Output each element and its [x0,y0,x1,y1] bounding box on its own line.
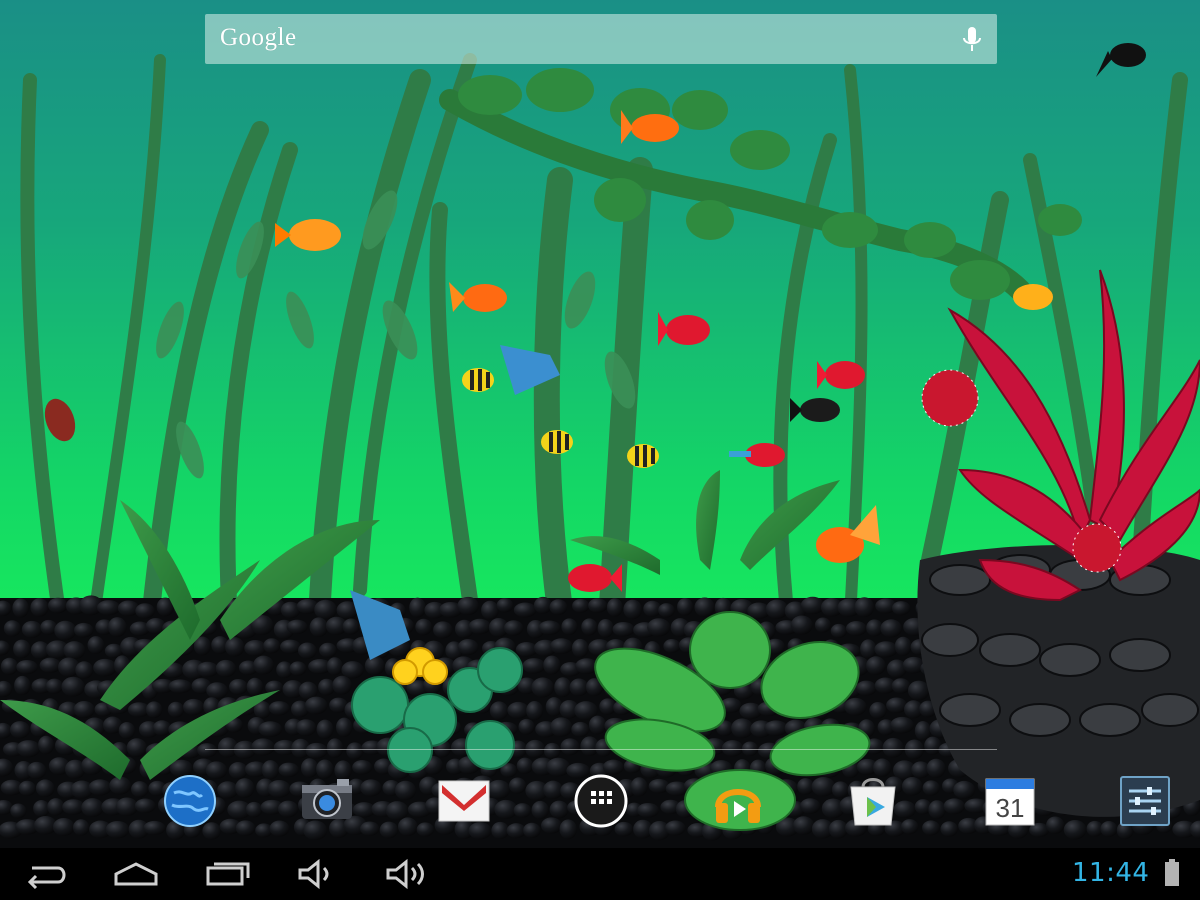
browser-globe-icon[interactable] [162,773,218,829]
recent-apps-icon[interactable] [198,858,254,890]
volume-down-icon[interactable] [288,858,344,890]
calendar-icon[interactable]: 31 [982,773,1038,829]
battery-icon [1165,859,1179,886]
aquarium-wallpaper [0,0,1200,900]
google-search-bar[interactable]: Google [205,14,997,64]
gmail-icon[interactable] [436,773,492,829]
volume-up-icon[interactable] [378,858,434,890]
back-icon[interactable] [18,858,74,890]
camera-icon[interactable] [299,773,355,829]
home-icon[interactable] [108,858,164,890]
dock-divider [205,749,997,750]
play-store-icon[interactable] [845,773,901,829]
microphone-icon[interactable] [961,25,983,55]
play-music-icon[interactable] [710,773,766,829]
calendar-day-label: 31 [996,793,1025,823]
google-logo: Google [220,24,297,51]
status-clock: 11:44 [1072,858,1150,888]
navigation-bar: 11:44 [0,848,1200,900]
app-drawer-icon[interactable] [573,773,629,829]
settings-icon[interactable] [1117,773,1173,829]
